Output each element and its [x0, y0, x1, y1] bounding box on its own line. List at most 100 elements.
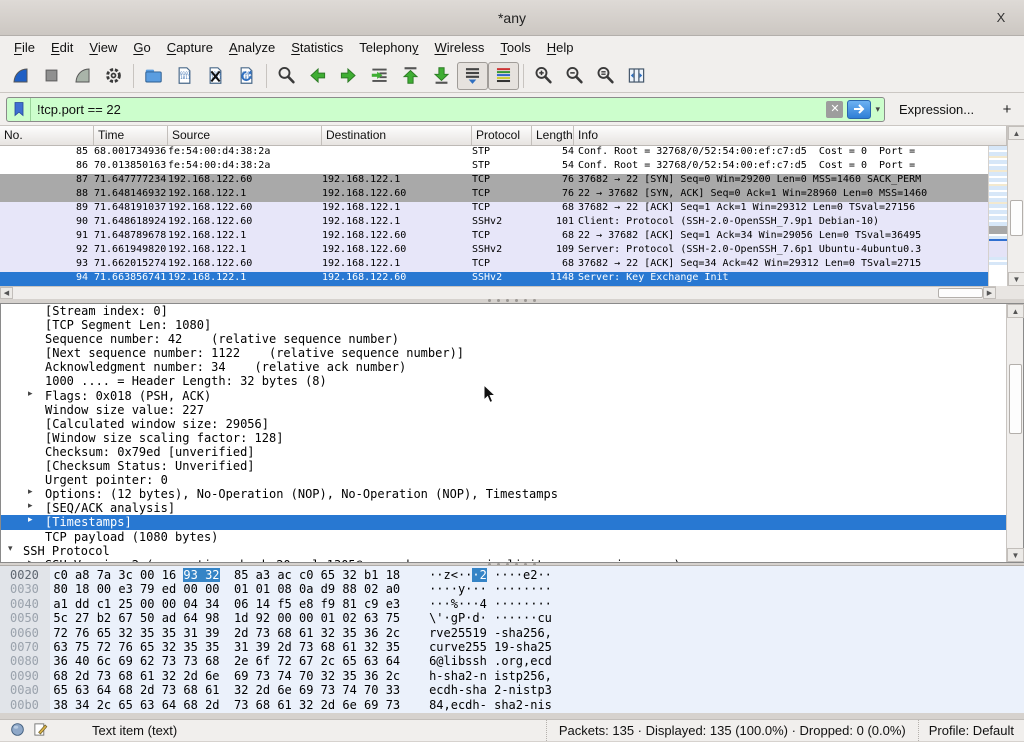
packet-row-93[interactable]: 9371.662015274192.168.122.60192.168.122.… [0, 258, 988, 272]
go-to-packet-icon[interactable] [364, 62, 395, 90]
hex-row-00b0[interactable]: 00b0 38 34 2c 65 63 64 68 2d 73 68 61 32… [0, 698, 1024, 712]
scroll-thumb[interactable] [1009, 364, 1022, 434]
restart-capture-icon[interactable] [67, 62, 98, 90]
apply-filter-icon[interactable] [847, 100, 871, 119]
column-header-no[interactable]: No. [0, 126, 94, 145]
go-first-packet-icon[interactable] [395, 62, 426, 90]
packet-row-90[interactable]: 9071.648618924192.168.122.60192.168.122.… [0, 216, 988, 230]
packet-row-92[interactable]: 9271.661949820192.168.122.1192.168.122.6… [0, 244, 988, 258]
packet-list-header[interactable]: No.TimeSourceDestinationProtocolLengthIn… [0, 126, 1007, 146]
menu-wireless[interactable]: Wireless [427, 36, 493, 59]
packet-row-89[interactable]: 8971.648191037192.168.122.60192.168.122.… [0, 202, 988, 216]
menu-telephony[interactable]: Telephony [351, 36, 426, 59]
detail-line[interactable]: Checksum: 0x79ed [unverified] [1, 445, 1007, 459]
collapsed-arrow-icon[interactable]: ▸ [28, 501, 33, 511]
detail-line[interactable]: [Next sequence number: 1122 (relative se… [1, 346, 1007, 360]
hex-row-00a0[interactable]: 00a0 65 63 64 68 2d 73 68 61 32 2d 6e 69… [0, 683, 1024, 697]
expression-button[interactable]: Expression... [899, 102, 974, 117]
close-window-button[interactable]: X [991, 0, 1011, 36]
detail-line[interactable]: [Checksum Status: Unverified] [1, 459, 1007, 473]
display-filter-input[interactable] [31, 102, 826, 117]
close-file-icon[interactable]: 01011011 [200, 62, 231, 90]
menu-file[interactable]: File [6, 36, 43, 59]
capture-options-icon[interactable] [98, 62, 129, 90]
packet-row-88[interactable]: 8871.648146932192.168.122.1192.168.122.6… [0, 188, 988, 202]
hex-row-0020[interactable]: 0020 c0 a8 7a 3c 00 16 93 32 85 a3 ac c0… [0, 568, 1024, 582]
menu-edit[interactable]: Edit [43, 36, 81, 59]
packet-row-86[interactable]: 8670.013850163fe:54:00:d4:38:2aSTP54Conf… [0, 160, 988, 174]
menu-capture[interactable]: Capture [159, 36, 221, 59]
column-header-protocol[interactable]: Protocol [472, 126, 532, 145]
detail-line[interactable]: Sequence number: 42 (relative sequence n… [1, 332, 1007, 346]
selected-bytes[interactable]: ·2 [472, 568, 486, 582]
hex-row-0050[interactable]: 0050 5c 27 b2 67 50 ad 64 98 1d 92 00 00… [0, 611, 1024, 625]
collapsed-arrow-icon[interactable]: ▸ [28, 558, 33, 563]
menu-go[interactable]: Go [125, 36, 158, 59]
detail-line[interactable]: Urgent pointer: 0 [1, 473, 1007, 487]
profile-button[interactable]: Profile: Default [918, 720, 1024, 741]
detail-line[interactable]: 1000 .... = Header Length: 32 bytes (8) [1, 374, 1007, 388]
menu-help[interactable]: Help [539, 36, 582, 59]
column-header-info[interactable]: Info [574, 126, 1007, 145]
packet-row-94[interactable]: 9471.663856741192.168.122.1192.168.122.6… [0, 272, 988, 286]
detail-line[interactable]: ▸Flags: 0x018 (PSH, ACK) [1, 389, 1007, 403]
detail-line[interactable]: ▾SSH Protocol [1, 544, 1007, 558]
zoom-reset-icon[interactable] [590, 62, 621, 90]
selected-bytes[interactable]: 93 32 [183, 568, 219, 582]
scroll-down-icon[interactable]: ▼ [1008, 272, 1024, 286]
details-scrollbar[interactable]: ▲ ▼ [1006, 304, 1023, 562]
filter-bookmark-icon[interactable] [7, 98, 31, 121]
open-file-icon[interactable] [138, 62, 169, 90]
detail-line[interactable]: ▸[SEQ/ACK analysis] [1, 501, 1007, 515]
expanded-arrow-icon[interactable]: ▾ [8, 544, 13, 554]
go-back-icon[interactable] [302, 62, 333, 90]
scroll-left-icon[interactable]: ◀ [0, 287, 13, 299]
zoom-in-icon[interactable] [528, 62, 559, 90]
column-header-length[interactable]: Length [532, 126, 574, 145]
scroll-up-icon[interactable]: ▲ [1008, 126, 1024, 140]
collapsed-arrow-icon[interactable]: ▸ [28, 487, 33, 497]
menu-statistics[interactable]: Statistics [283, 36, 351, 59]
zoom-out-icon[interactable] [559, 62, 590, 90]
save-file-icon[interactable]: 01011011 [169, 62, 200, 90]
hex-row-0070[interactable]: 0070 63 75 72 76 65 32 35 35 31 39 2d 73… [0, 640, 1024, 654]
column-header-time[interactable]: Time [94, 126, 168, 145]
hex-row-0090[interactable]: 0090 68 2d 73 68 61 32 2d 6e 69 73 74 70… [0, 669, 1024, 683]
detail-line[interactable]: TCP payload (1080 bytes) [1, 530, 1007, 544]
find-packet-icon[interactable] [271, 62, 302, 90]
display-filter-box[interactable]: ✕ ▾ [6, 97, 885, 122]
menu-view[interactable]: View [81, 36, 125, 59]
packet-list-minimap[interactable] [988, 146, 1007, 286]
packet-row-91[interactable]: 9171.648789678192.168.122.1192.168.122.6… [0, 230, 988, 244]
detail-line[interactable]: ▸[Timestamps] [1, 515, 1007, 529]
packet-row-87[interactable]: 8771.647777234192.168.122.60192.168.122.… [0, 174, 988, 188]
start-capture-icon[interactable] [5, 62, 36, 90]
column-header-destination[interactable]: Destination [322, 126, 472, 145]
collapsed-arrow-icon[interactable]: ▸ [28, 389, 33, 399]
hex-row-0030[interactable]: 0030 80 18 00 e3 79 ed 00 00 01 01 08 0a… [0, 582, 1024, 596]
packet-list-hscrollbar[interactable]: ◀ ▶ [0, 286, 996, 299]
menu-analyze[interactable]: Analyze [221, 36, 283, 59]
resize-columns-icon[interactable] [621, 62, 652, 90]
scroll-right-icon[interactable]: ▶ [983, 287, 996, 299]
stop-capture-icon[interactable] [36, 62, 67, 90]
colorize-icon[interactable] [488, 62, 519, 90]
auto-scroll-icon[interactable] [457, 62, 488, 90]
column-header-source[interactable]: Source [168, 126, 322, 145]
add-filter-button[interactable]: + [996, 101, 1018, 118]
detail-line[interactable]: ▸Options: (12 bytes), No-Operation (NOP)… [1, 487, 1007, 501]
packet-row-85[interactable]: 8568.001734936fe:54:00:d4:38:2aSTP54Conf… [0, 146, 988, 160]
go-forward-icon[interactable] [333, 62, 364, 90]
detail-line[interactable]: Acknowledgment number: 34 (relative ack … [1, 360, 1007, 374]
detail-line[interactable]: Window size value: 227 [1, 403, 1007, 417]
hex-row-0060[interactable]: 0060 72 76 65 32 35 35 31 39 2d 73 68 61… [0, 626, 1024, 640]
expert-info-icon[interactable] [10, 722, 25, 740]
go-last-packet-icon[interactable] [426, 62, 457, 90]
collapsed-arrow-icon[interactable]: ▸ [28, 515, 33, 525]
hscroll-thumb[interactable] [938, 288, 983, 298]
clear-filter-icon[interactable]: ✕ [826, 101, 843, 118]
packet-list-scrollbar[interactable]: ▲ ▼ [1007, 126, 1024, 286]
scroll-thumb[interactable] [1010, 200, 1023, 236]
scroll-up-icon[interactable]: ▲ [1007, 304, 1024, 318]
menu-tools[interactable]: Tools [492, 36, 538, 59]
